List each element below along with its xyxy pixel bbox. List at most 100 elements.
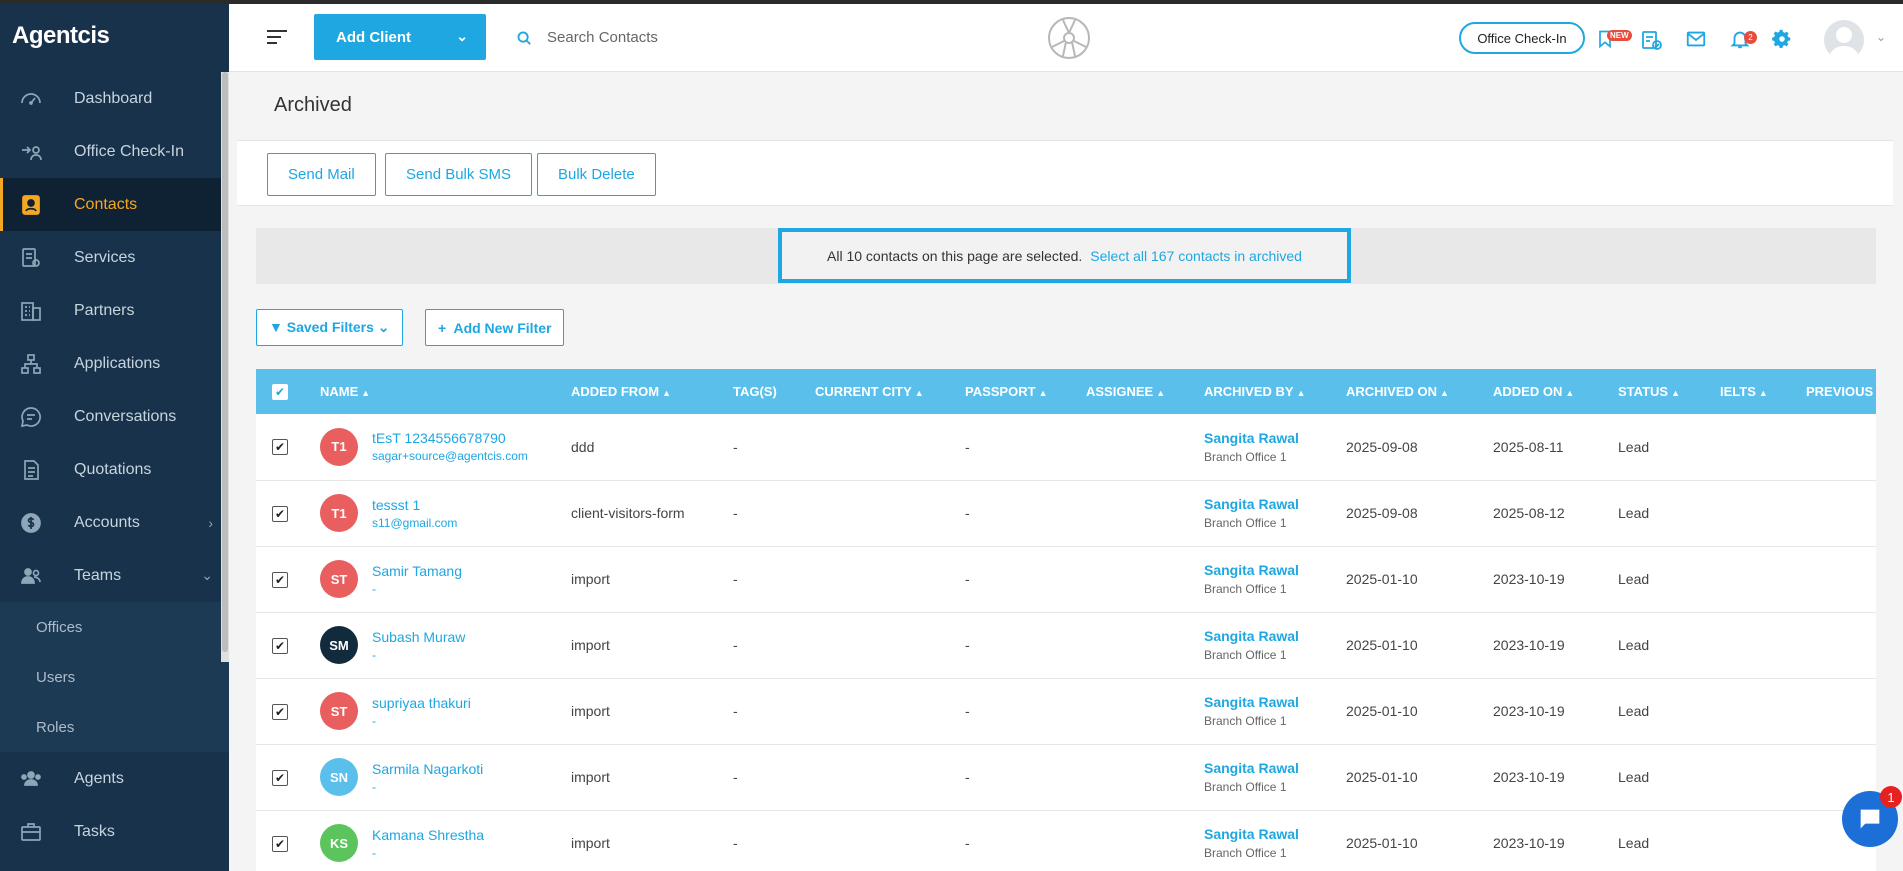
mail-icon[interactable] <box>1685 28 1709 52</box>
contact-avatar: T1 <box>320 427 358 466</box>
column-header[interactable]: CURRENT CITY ▲︎ <box>811 369 961 414</box>
contact-name-link[interactable]: tessst 1 <box>372 497 457 513</box>
sidebar-item-label: Agents <box>74 769 124 787</box>
sidebar-subitem-roles[interactable]: Roles <box>0 702 229 752</box>
column-header[interactable]: TAG(S) <box>729 369 811 414</box>
row-checkbox[interactable]: ✔ <box>272 439 288 456</box>
row-checkbox[interactable]: ✔ <box>272 571 288 588</box>
table-row[interactable]: ✔ T1 tessst 1 s11@gmail.com client-visitors-… <box>256 480 1876 546</box>
contact-email[interactable]: - <box>372 846 484 860</box>
office-checkin-button[interactable]: Office Check-In <box>1459 22 1585 54</box>
table-header-row: ✔ NAME ▲︎ ADDED FROM ▲︎ TAG(S) CURRENT CIT… <box>256 369 1876 414</box>
row-checkbox[interactable]: ✔ <box>272 637 288 654</box>
column-header[interactable]: ADDED ON ▲︎ <box>1489 369 1614 414</box>
contact-name-link[interactable]: tEsT 1234556678790 <box>372 430 528 446</box>
user-avatar[interactable] <box>1824 20 1864 60</box>
sidebar-scroll-thumb[interactable] <box>222 72 228 652</box>
column-header[interactable]: ASSIGNEE ▲︎ <box>1082 369 1200 414</box>
contact-email[interactable]: - <box>372 714 471 728</box>
contact-name-link[interactable]: Kamana Shrestha <box>372 827 484 843</box>
sidebar-item-partners[interactable]: Partners <box>0 284 229 337</box>
table-row[interactable]: ✔ SM Subash Muraw - import - - Sangita Rawal Bra… <box>256 612 1876 678</box>
archived-by-link[interactable]: Sangita Rawal <box>1204 826 1338 842</box>
chevron-down-icon[interactable]: ⌄ <box>1876 30 1886 44</box>
selection-text: All 10 contacts on this page are selecte… <box>827 247 1083 264</box>
column-header[interactable]: IELTS ▲︎ <box>1716 369 1802 414</box>
sidebar-item-applications[interactable]: Applications <box>0 337 229 390</box>
contact-name-link[interactable]: Sarmila Nagarkoti <box>372 761 483 777</box>
assignee-cell <box>1082 744 1200 810</box>
contact-email[interactable]: - <box>372 648 465 662</box>
passport-cell: - <box>965 505 970 521</box>
contact-email[interactable]: sagar+source@agentcis.com <box>372 449 528 463</box>
added-on-cell: 2025-08-12 <box>1493 505 1565 521</box>
table-row[interactable]: ✔ KS Kamana Shrestha - import - - Sangita Rawal… <box>256 810 1876 871</box>
archived-by-link[interactable]: Sangita Rawal <box>1204 628 1338 644</box>
sidebar-item-accounts[interactable]: Accounts › <box>0 496 229 549</box>
tags-cell: - <box>733 769 738 785</box>
send-bulk-sms-button[interactable]: Send Bulk SMS <box>385 153 533 196</box>
sidebar-item-office-checkin[interactable]: Office Check-In <box>0 125 229 178</box>
menu-toggle-icon[interactable] <box>267 30 287 46</box>
contact-email[interactable]: s11@gmail.com <box>372 516 457 530</box>
row-checkbox[interactable]: ✔ <box>272 769 288 786</box>
select-all-checkbox[interactable]: ✔ <box>272 383 288 400</box>
select-all-link[interactable]: Select all 167 contacts in archived <box>1090 248 1302 264</box>
row-checkbox[interactable]: ✔ <box>272 835 288 852</box>
row-checkbox[interactable]: ✔ <box>272 703 288 720</box>
column-header[interactable]: STATUS ▲︎ <box>1614 369 1716 414</box>
sidebar-item-services[interactable]: Services <box>0 231 229 284</box>
chevron-down-icon[interactable]: ⌄ <box>456 28 468 45</box>
archived-by-link[interactable]: Sangita Rawal <box>1204 694 1338 710</box>
sidebar-item-dashboard[interactable]: Dashboard <box>0 72 229 125</box>
contact-name-link[interactable]: supriyaa thakuri <box>372 695 471 711</box>
table-row[interactable]: ✔ T1 tEsT 1234556678790 sagar+source@agentc… <box>256 414 1876 480</box>
sidebar-subitem-users[interactable]: Users <box>0 652 229 702</box>
column-header[interactable]: ARCHIVED BY ▲︎ <box>1200 369 1342 414</box>
row-checkbox[interactable]: ✔ <box>272 505 288 522</box>
column-header[interactable]: PASSPORT ▲︎ <box>961 369 1082 414</box>
archived-by-link[interactable]: Sangita Rawal <box>1204 562 1338 578</box>
status-cell: Lead <box>1618 637 1650 653</box>
previous-cell <box>1802 414 1876 480</box>
tags-cell: - <box>733 703 738 719</box>
contact-email[interactable]: - <box>372 780 483 794</box>
archived-by-link[interactable]: Sangita Rawal <box>1204 496 1338 512</box>
archived-by-link[interactable]: Sangita Rawal <box>1204 760 1338 776</box>
passport-cell: - <box>965 571 970 587</box>
sidebar-item-conversations[interactable]: Conversations <box>0 390 229 443</box>
archived-on-cell: 2025-01-10 <box>1346 637 1418 653</box>
gear-icon[interactable] <box>1771 28 1795 52</box>
add-new-filter-button[interactable]: + Add New Filter <box>425 309 565 346</box>
table-row[interactable]: ✔ SN Sarmila Nagarkoti - import - - Sangita Raw… <box>256 744 1876 810</box>
search-input[interactable] <box>547 22 847 52</box>
saved-filters-button[interactable]: ▼ Saved Filters ⌄ <box>256 309 403 346</box>
chevron-right-icon: › <box>208 514 213 531</box>
table-row[interactable]: ✔ ST Samir Tamang - import - - Sangita Rawal Bra… <box>256 546 1876 612</box>
send-mail-button[interactable]: Send Mail <box>267 153 376 196</box>
add-client-button[interactable]: Add Client ⌄ <box>314 14 486 60</box>
column-header[interactable]: ARCHIVED ON ▲︎ <box>1342 369 1489 414</box>
search-icon[interactable] <box>516 30 533 52</box>
contact-email[interactable]: - <box>372 582 462 596</box>
contact-name-link[interactable]: Subash Muraw <box>372 629 465 645</box>
sidebar-item-contacts[interactable]: Contacts <box>0 178 229 231</box>
column-header[interactable]: PREVIOUS <box>1802 369 1876 414</box>
contact-name-link[interactable]: Samir Tamang <box>372 563 462 579</box>
archived-by-office: Branch Office 1 <box>1204 516 1287 530</box>
column-header[interactable]: NAME ▲︎ <box>316 369 567 414</box>
main-content: Archived Send Mail Send Bulk SMS Bulk De… <box>237 72 1903 871</box>
archived-by-office: Branch Office 1 <box>1204 648 1287 662</box>
sidebar-item-tasks[interactable]: Tasks <box>0 805 229 858</box>
bulk-delete-button[interactable]: Bulk Delete <box>537 153 656 196</box>
task-check-icon[interactable] <box>1640 28 1664 52</box>
table-row[interactable]: ✔ ST supriyaa thakuri - import - - Sangita Rawa… <box>256 678 1876 744</box>
sidebar-item-quotations[interactable]: Quotations <box>0 443 229 496</box>
sidebar-subitem-offices[interactable]: Offices <box>0 602 229 652</box>
column-header[interactable]: ADDED FROM ▲︎ <box>567 369 729 414</box>
brand-logo[interactable]: Agentcis <box>0 0 229 72</box>
sort-icon: ▲︎ <box>1671 388 1680 398</box>
sidebar-item-agents[interactable]: Agents <box>0 752 229 805</box>
sidebar-item-teams[interactable]: Teams ⌄ <box>0 549 229 602</box>
archived-by-link[interactable]: Sangita Rawal <box>1204 430 1338 446</box>
